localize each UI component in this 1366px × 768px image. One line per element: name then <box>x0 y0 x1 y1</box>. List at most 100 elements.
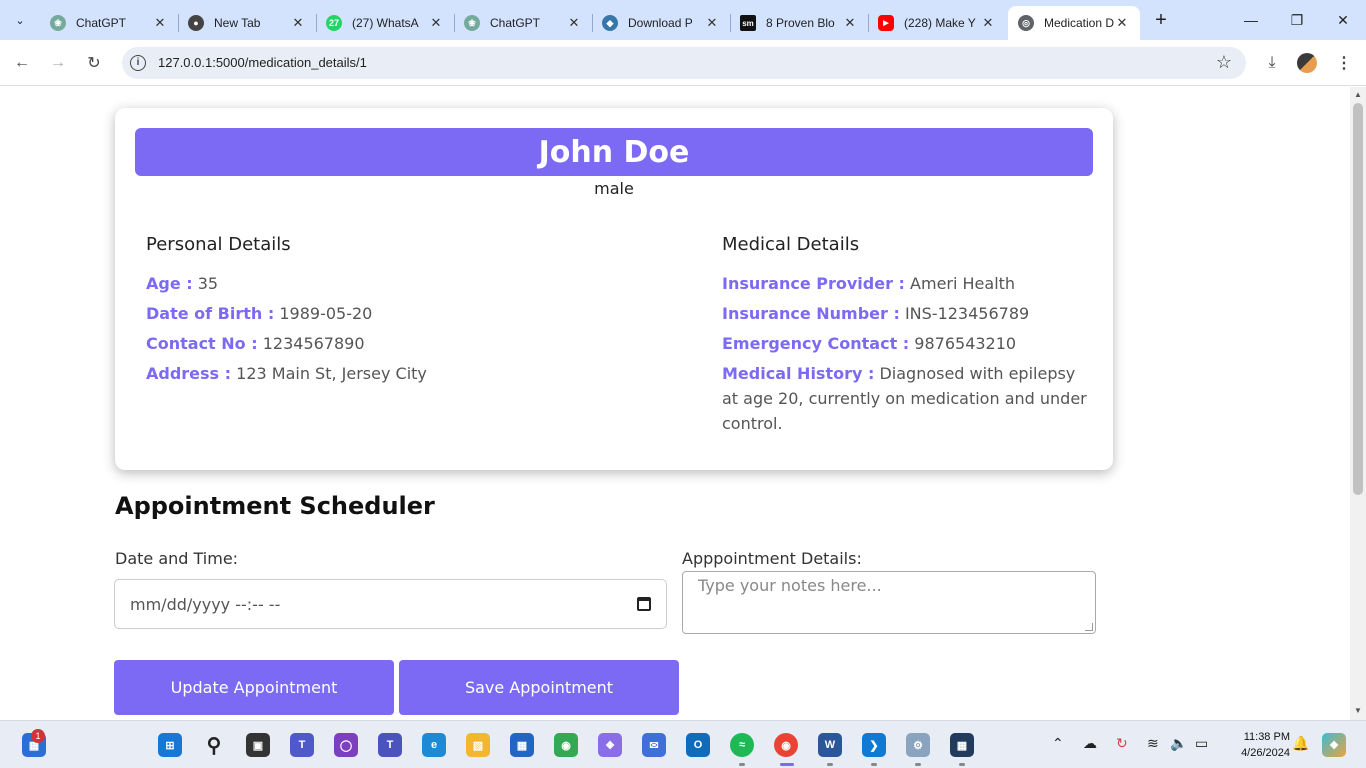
store-icon[interactable]: ▦ <box>510 733 534 757</box>
running-indicator <box>827 763 833 766</box>
detail-label: Insurance Provider : <box>722 274 905 293</box>
url-text[interactable]: 127.0.0.1:5000/medication_details/1 <box>158 55 367 70</box>
chrome-active-icon[interactable]: ◉ <box>774 733 798 757</box>
detail-value: 9876543210 <box>914 334 1017 353</box>
word-icon[interactable]: W <box>818 733 842 757</box>
system-clock[interactable]: 11:38 PM 4/26/2024 <box>1224 729 1290 761</box>
detail-row-insurance-number: Insurance Number : INS-123456789 <box>722 301 1087 326</box>
teams-icon[interactable]: T <box>378 733 402 757</box>
chatgpt-icon: ❀ <box>50 15 66 31</box>
spotify-icon[interactable]: ≈ <box>730 733 754 757</box>
address-bar[interactable]: i 127.0.0.1:5000/medication_details/1 ☆ <box>122 47 1246 79</box>
restore-icon[interactable]: ❐ <box>1274 0 1320 40</box>
volume-icon[interactable]: 🔈 <box>1170 735 1187 752</box>
save-appointment-button[interactable]: Save Appointment <box>399 660 679 715</box>
tab-chatgpt[interactable]: ❀ ChatGPT ✕ <box>40 6 179 40</box>
close-tab-icon[interactable]: ✕ <box>290 15 306 31</box>
date-time-input[interactable]: mm/dd/yyyy --:-- -- <box>114 579 667 629</box>
tab-blog[interactable]: sm 8 Proven Blo ✕ <box>730 6 869 40</box>
tab-title: New Tab <box>214 16 261 30</box>
wifi-icon[interactable]: ≋ <box>1147 735 1159 752</box>
tab-chatgpt-2[interactable]: ❀ ChatGPT ✕ <box>454 6 593 40</box>
running-indicator <box>915 763 921 766</box>
running-indicator <box>959 763 965 766</box>
youtube-icon: ▶ <box>878 15 894 31</box>
chrome-icon[interactable]: ◉ <box>554 733 578 757</box>
battery-icon[interactable]: ▭ <box>1195 735 1208 752</box>
tab-medication-details[interactable]: ◎ Medication D ✕ <box>1008 6 1140 40</box>
chatgpt-icon: ❀ <box>464 15 480 31</box>
new-tab-plus-icon[interactable]: + <box>1150 9 1172 31</box>
scrollbar-thumb[interactable] <box>1353 103 1363 495</box>
task-view-icon[interactable]: ▣ <box>246 733 270 757</box>
tab-youtube[interactable]: ▶ (228) Make Y ✕ <box>868 6 1006 40</box>
windows-start-icon[interactable]: ⊞ <box>158 733 182 757</box>
appointment-notes-textarea[interactable]: Type your notes here... <box>682 571 1096 634</box>
patient-name: John Doe <box>135 128 1093 176</box>
calendar-icon[interactable] <box>637 597 651 611</box>
back-arrow-icon[interactable]: ← <box>8 49 36 77</box>
close-tab-icon[interactable]: ✕ <box>428 15 444 31</box>
tray-chevron-icon[interactable]: ⌃ <box>1052 735 1064 752</box>
search-icon[interactable]: ⚲ <box>202 733 226 757</box>
teams-chat-icon[interactable]: T <box>290 733 314 757</box>
detail-label: Medical History : <box>722 364 875 383</box>
vscode-icon[interactable]: ❯ <box>862 733 886 757</box>
tab-title: (228) Make Y <box>904 16 976 30</box>
clock-date: 4/26/2024 <box>1241 747 1290 759</box>
settings-app-icon[interactable]: ⚙ <box>906 733 930 757</box>
close-tab-icon[interactable]: ✕ <box>704 15 720 31</box>
file-explorer-icon[interactable]: ▧ <box>466 733 490 757</box>
close-tab-icon[interactable]: ✕ <box>566 15 582 31</box>
terminal-icon[interactable]: ▦ <box>950 733 974 757</box>
edge-icon[interactable]: e <box>422 733 446 757</box>
tab-title: Medication D <box>1044 16 1114 30</box>
detail-row-emergency-contact: Emergency Contact : 9876543210 <box>722 331 1087 356</box>
sm-icon: sm <box>740 15 756 31</box>
detail-row-contact: Contact No : 1234567890 <box>146 331 666 356</box>
detail-value: 1989-05-20 <box>279 304 373 323</box>
reload-icon[interactable]: ↻ <box>80 49 108 77</box>
kebab-menu-icon[interactable]: ⋮ <box>1330 49 1358 77</box>
detail-label: Emergency Contact : <box>722 334 910 353</box>
personal-details-section: Personal Details Age : 35 Date of Birth … <box>146 234 666 391</box>
page-scrollbar[interactable]: ▲ ▼ <box>1350 87 1366 720</box>
onedrive-cloud-icon[interactable]: ☁ <box>1083 735 1097 752</box>
bookmark-star-icon[interactable]: ☆ <box>1216 52 1232 73</box>
tab-search-chevron-icon[interactable]: ⌄ <box>8 8 32 32</box>
sync-icon[interactable]: ↻ <box>1116 735 1128 752</box>
copilot-icon[interactable]: ❖ <box>598 733 622 757</box>
forward-arrow-icon[interactable]: → <box>44 49 72 77</box>
close-window-icon[interactable]: ✕ <box>1320 0 1366 40</box>
notification-bell-icon[interactable]: 🔔 <box>1292 735 1309 752</box>
detail-label: Insurance Number : <box>722 304 900 323</box>
detail-row-insurance-provider: Insurance Provider : Ameri Health <box>722 271 1087 296</box>
profile-avatar[interactable] <box>1297 53 1317 73</box>
python-icon: ◆ <box>602 15 618 31</box>
appointment-details-label: Apppointment Details: <box>682 549 862 568</box>
close-tab-icon[interactable]: ✕ <box>980 15 996 31</box>
globe-icon: ◎ <box>1018 15 1034 31</box>
update-appointment-button[interactable]: Update Appointment <box>114 660 394 715</box>
mail-icon[interactable]: ✉ <box>642 733 666 757</box>
cortana-icon[interactable]: ◯ <box>334 733 358 757</box>
tab-download-python[interactable]: ◆ Download P ✕ <box>592 6 731 40</box>
close-tab-icon[interactable]: ✕ <box>152 15 168 31</box>
scroll-up-icon[interactable]: ▲ <box>1354 90 1362 99</box>
tab-whatsapp[interactable]: 27 (27) WhatsA ✕ <box>316 6 455 40</box>
date-time-placeholder: mm/dd/yyyy --:-- -- <box>130 594 281 614</box>
scroll-down-icon[interactable]: ▼ <box>1354 706 1362 715</box>
detail-value: 35 <box>197 274 219 293</box>
active-indicator <box>780 763 794 766</box>
resize-grip-icon[interactable] <box>1085 623 1093 631</box>
minimize-icon[interactable]: — <box>1228 0 1274 40</box>
page-viewport: John Doe male Personal Details Age : 35 … <box>0 87 1350 720</box>
outlook-icon[interactable]: O <box>686 733 710 757</box>
download-icon[interactable]: ⤓ <box>1258 49 1286 77</box>
copilot-pre-icon[interactable]: ❖ <box>1322 733 1346 757</box>
site-info-icon[interactable]: i <box>130 55 146 71</box>
detail-row-age: Age : 35 <box>146 271 666 296</box>
close-tab-icon[interactable]: ✕ <box>842 15 858 31</box>
close-tab-icon[interactable]: ✕ <box>1114 15 1130 31</box>
tab-new-tab[interactable]: ● New Tab ✕ <box>178 6 317 40</box>
